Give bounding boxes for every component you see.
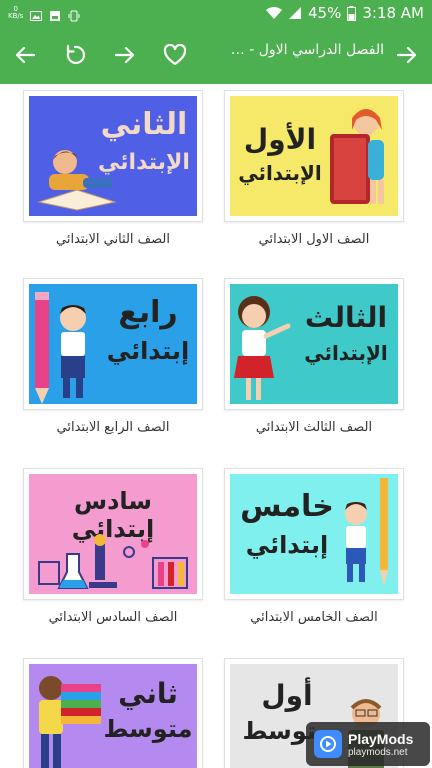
girl-with-book-illustration [330,109,384,204]
girl-pointing-illustration [234,296,291,400]
vibrate-icon [68,7,80,22]
grade-caption[interactable]: الصف الخامس الابتدائي [214,610,414,625]
next-button[interactable] [392,40,422,70]
thumbnail[interactable]: رابع إبتدائي [23,278,203,410]
thumbnail-image: ثاني متوسط [29,664,197,768]
science-lab-illustration [38,534,188,589]
thumbnail-image: خامس إبتدائي [230,474,398,594]
notification-icons: 0 KB/s [8,5,80,22]
playmods-logo-icon [314,730,342,758]
watermark-url: playmods.net [348,746,408,758]
grade-grid: الأول الإبتدائي الصف الاول الابتدائي الث… [0,84,432,768]
thumbnail[interactable]: الثاني الإبتدائي [23,90,203,222]
battery-icon [347,5,357,21]
app-bar: الفصل الدراسي الاول - م... [0,26,432,84]
grade-card-4[interactable]: رابع إبتدائي الصف الرابع الابتدائي [13,278,213,435]
boy-with-pencil-illustration [35,292,86,404]
thumbnail[interactable]: خامس إبتدائي [224,468,404,600]
grade-card-3[interactable]: الثالث الإبتدائي الصف الثالث الابتدائي [214,278,414,435]
wifi-icon [266,6,282,20]
thumbnail[interactable]: الأول الإبتدائي [224,90,404,222]
back-button[interactable] [10,40,40,70]
thumbnail[interactable]: سادس إبتدائي [23,468,203,600]
forward-button[interactable] [110,40,140,70]
grade-caption[interactable]: الصف الثالث الابتدائي [214,420,414,435]
grade-card-6[interactable]: سادس إبتدائي الصف السادس الابتدائي [13,468,213,625]
arrow-right-icon [396,46,417,64]
sim-notification-icon [49,7,61,21]
thumbnail[interactable]: الثالث الإبتدائي [224,278,404,410]
image-notification-icon [30,7,43,21]
boy-with-pencil-illustration [345,478,388,586]
grade-card-8[interactable]: ثاني متوسط [13,658,213,768]
grade-card-5[interactable]: خامس إبتدائي الصف الخامس الابتدائي [214,468,414,625]
status-bar: 0 KB/s 45% 3:18 AM [0,0,432,26]
page-title: الفصل الدراسي الاول - م... [224,42,384,58]
playmods-watermark: PlayMods playmods.net [306,722,430,766]
signal-icon [288,6,302,20]
grade-caption[interactable]: الصف الثاني الابتدائي [13,232,213,247]
reload-button[interactable] [60,40,90,70]
student-carrying-books-illustration [39,676,101,768]
boy-reading-illustration [37,150,117,211]
thumbnail-image: الثالث الإبتدائي [230,284,398,404]
refresh-icon [66,44,86,64]
speed-indicator: 0 KB/s [8,5,24,20]
thumbnail-image: الأول الإبتدائي [230,96,398,216]
grade-caption[interactable]: الصف الرابع الابتدائي [13,420,213,435]
thumbnail-image: سادس إبتدائي [29,474,197,594]
grade-card-1[interactable]: الأول الإبتدائي الصف الاول الابتدائي [214,90,414,247]
watermark-name: PlayMods [348,730,414,747]
favorite-button[interactable] [160,40,190,70]
clock: 3:18 AM [362,4,424,22]
arrow-left-icon [15,46,36,64]
grade-card-2[interactable]: الثاني الإبتدائي الصف الثاني الابتدائي [13,90,213,247]
thumbnail-image: رابع إبتدائي [29,284,197,404]
thumbnail[interactable]: ثاني متوسط [23,658,203,768]
arrow-right-icon [114,46,135,64]
battery-percent: 45% [308,4,342,22]
grade-caption[interactable]: الصف السادس الابتدائي [13,610,213,625]
grade-caption[interactable]: الصف الاول الابتدائي [214,232,414,247]
thumbnail-image: الثاني الإبتدائي [29,96,197,216]
heart-icon [163,44,187,66]
